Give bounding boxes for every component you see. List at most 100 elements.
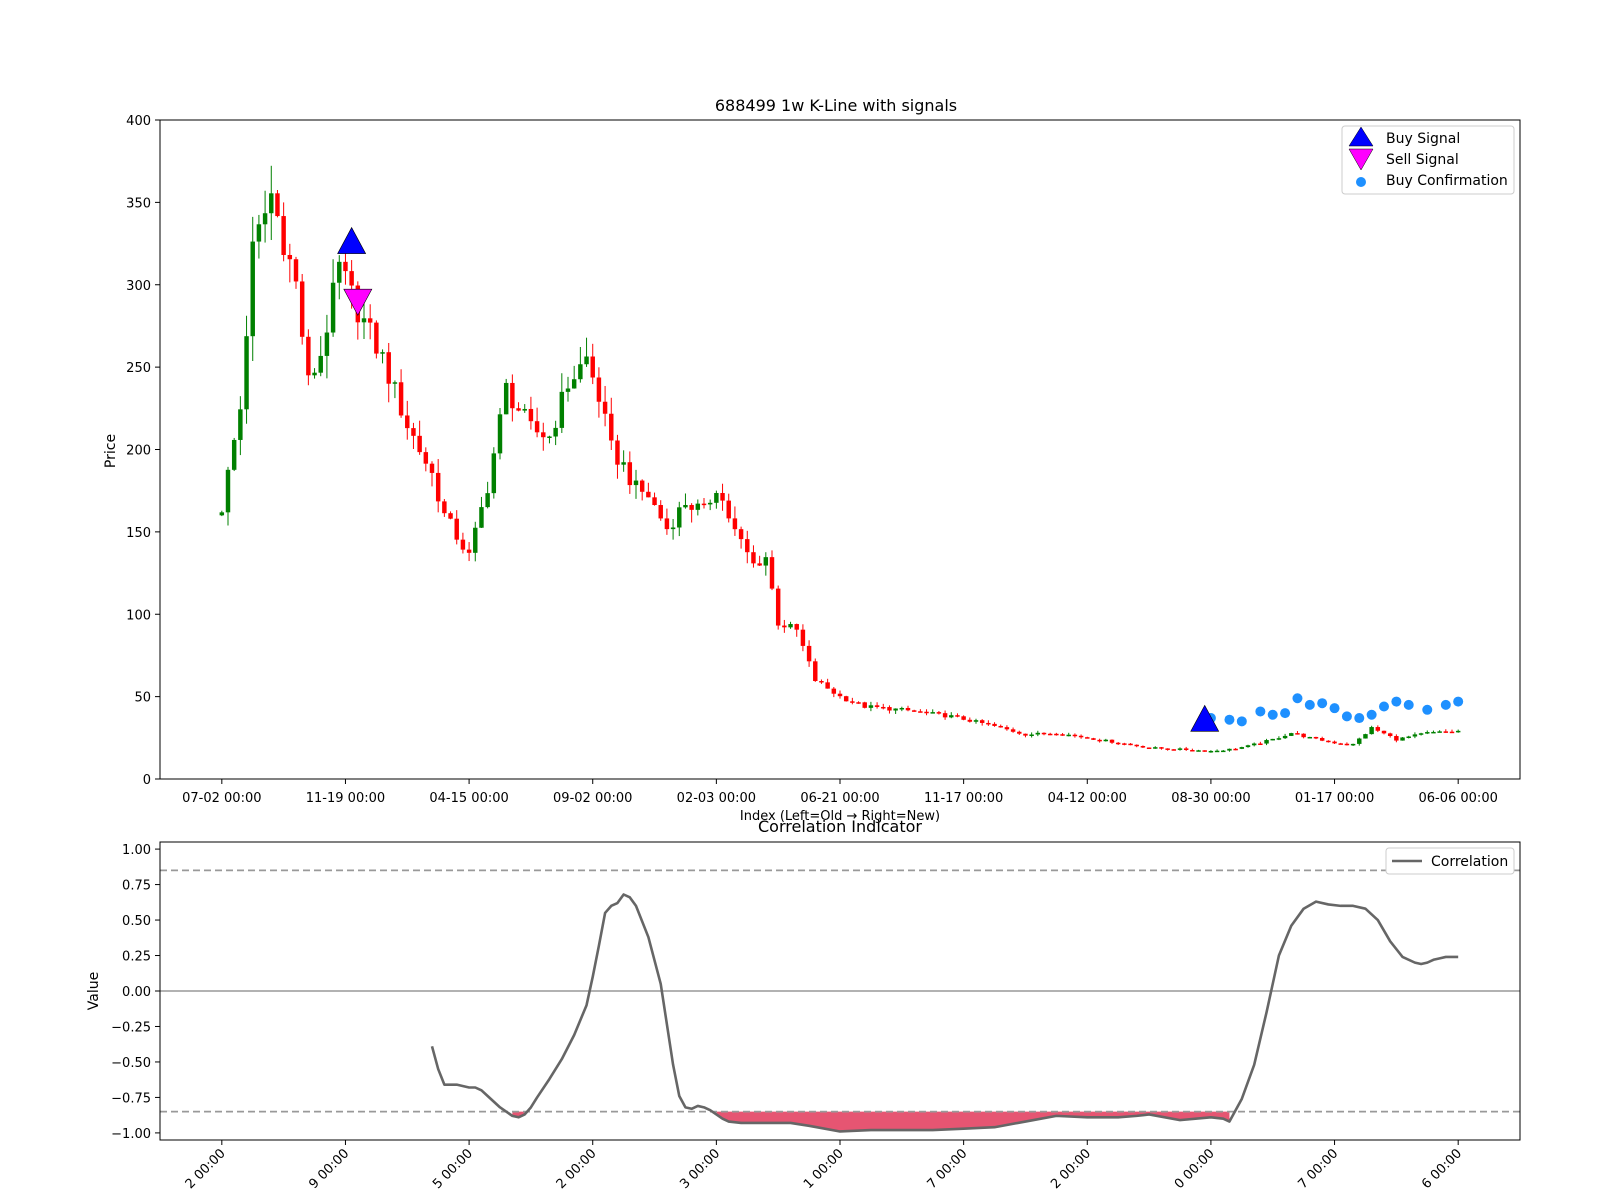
candle-body [695, 503, 701, 510]
candle [806, 640, 812, 667]
candle-body [930, 712, 935, 714]
candle [942, 710, 948, 720]
buy-confirmation-point [1379, 701, 1389, 712]
candle [720, 483, 725, 511]
candle-body [1258, 743, 1263, 746]
candle [386, 342, 391, 403]
candle-body [911, 710, 917, 712]
candle-body [1072, 734, 1078, 737]
candle [367, 304, 373, 340]
candle-body [466, 549, 472, 553]
candle [287, 243, 293, 283]
candle-body [862, 702, 867, 708]
candle-body [510, 382, 515, 409]
candle [429, 461, 435, 487]
figure: 688499 1w K-Line with signals 0 50 100 150 2… [86, 96, 1521, 1192]
candle-body [602, 401, 608, 414]
candle-body [998, 725, 1003, 728]
candle-body [330, 282, 336, 333]
candle-body [979, 720, 985, 723]
candle [256, 214, 262, 259]
candle [1171, 749, 1177, 751]
candle [837, 690, 843, 699]
buy-confirmation-point [1304, 699, 1315, 710]
candle-body [343, 261, 348, 272]
correlation-ytick-label: −0.75 [111, 1091, 151, 1106]
candle [1153, 746, 1158, 749]
candle-body [714, 493, 719, 503]
candle-body [293, 259, 299, 282]
candle-body [367, 318, 373, 323]
candle-body [1400, 737, 1405, 741]
candle-body [1289, 733, 1294, 736]
candle-body [1177, 748, 1183, 750]
candle [491, 447, 497, 499]
candle [466, 542, 472, 562]
candle [652, 492, 657, 506]
candle [1363, 733, 1368, 739]
correlation-ytick-label: −0.25 [111, 1020, 151, 1035]
candle [1344, 742, 1350, 746]
kline-y-axis: 0 50 100 150 200 250 300 350 400 [126, 114, 160, 788]
candle-body [868, 705, 874, 708]
candle [819, 679, 824, 684]
candle [392, 380, 398, 399]
candle [435, 459, 441, 513]
candle-body [460, 539, 466, 550]
candle [1214, 749, 1220, 753]
candle [293, 256, 299, 289]
candle [281, 202, 286, 262]
candle [1208, 750, 1214, 753]
candle-body [856, 702, 861, 704]
candle-body [677, 507, 682, 528]
buy-confirmation-point [1354, 713, 1365, 724]
candle [1406, 735, 1411, 739]
candle [547, 435, 552, 444]
candle-body [621, 462, 626, 465]
candle-body [720, 493, 725, 501]
candle-body [250, 241, 255, 337]
correlation-ytick-label: 0.75 [122, 879, 151, 894]
candle [961, 715, 966, 721]
kline-xtick-label: 08-30 00:00 [1171, 791, 1250, 806]
candle-body [380, 352, 385, 354]
candle [448, 511, 453, 520]
candle-body [763, 557, 769, 566]
candle [782, 619, 787, 633]
candle [967, 717, 973, 723]
kline-xtick-label: 07-02 00:00 [182, 791, 261, 806]
candle [479, 496, 484, 528]
candle [825, 678, 830, 689]
candle [1437, 730, 1442, 733]
candle-body [1264, 740, 1269, 744]
candle [732, 506, 738, 536]
candle [998, 724, 1003, 728]
candle [1078, 734, 1084, 739]
candle-body [745, 539, 750, 553]
candle [1369, 725, 1374, 735]
candle [1449, 729, 1455, 734]
candle-body [497, 414, 503, 454]
candle [986, 720, 991, 726]
candle-body [269, 193, 274, 214]
candle [874, 702, 880, 709]
candle [559, 373, 565, 433]
candle-body [324, 332, 330, 356]
candle-body [813, 661, 818, 682]
candle-body [1140, 746, 1146, 748]
candle-body [1146, 747, 1152, 750]
candle-body [1085, 737, 1090, 739]
candle-body [986, 722, 991, 725]
candle [918, 709, 923, 713]
candle [763, 552, 769, 576]
candle [633, 469, 639, 499]
candle [1270, 738, 1275, 741]
candle-body [881, 706, 886, 709]
correlation-xtick-label: 1 00:00 [801, 1146, 847, 1192]
candle-body [775, 588, 781, 626]
candle [1301, 733, 1306, 739]
candle [417, 420, 422, 455]
candle [219, 510, 225, 517]
candle-body [1425, 732, 1430, 734]
candle-body [831, 688, 837, 694]
